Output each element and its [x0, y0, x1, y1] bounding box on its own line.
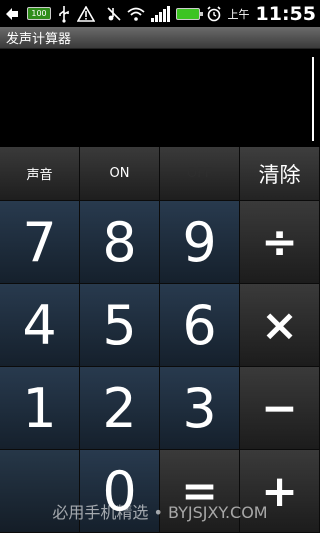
sound-on-label: ON — [109, 166, 130, 181]
warning-icon — [77, 4, 95, 24]
wifi-icon — [126, 4, 145, 24]
app-title: 发声计算器 — [6, 32, 72, 47]
digit-1-button[interactable]: 1 — [0, 367, 80, 450]
sound-off-label: OFF — [186, 166, 213, 181]
digit-9-label: 9 — [182, 210, 217, 274]
status-time: 11:55 — [255, 2, 316, 25]
multiply-button[interactable]: × — [240, 284, 320, 367]
text-cursor — [312, 57, 314, 141]
alarm-icon — [206, 4, 222, 24]
keypad: 声音 ON OFF 清除 7 8 9 ÷ 4 5 6 × 1 2 3 − 0 =… — [0, 147, 320, 533]
digit-2-label: 2 — [102, 376, 137, 440]
calculator-display[interactable] — [0, 49, 320, 147]
digit-0-label: 0 — [102, 459, 137, 523]
battery-100-icon: 100 — [27, 7, 51, 20]
sound-on-button[interactable]: ON — [80, 147, 160, 201]
add-label: + — [261, 465, 298, 517]
sound-button[interactable]: 声音 — [0, 147, 80, 201]
app-title-bar: 发声计算器 — [0, 27, 320, 49]
digit-0-button[interactable]: 0 — [80, 450, 160, 533]
equals-label: = — [181, 465, 218, 517]
digit-6-label: 6 — [182, 293, 217, 357]
subtract-label: − — [261, 382, 298, 434]
clear-button[interactable]: 清除 — [240, 147, 320, 201]
digit-4-label: 4 — [22, 293, 57, 357]
equals-button[interactable]: = — [160, 450, 240, 533]
status-ampm: 上午 — [227, 7, 250, 21]
sound-off-button[interactable]: OFF — [160, 147, 240, 201]
digit-2-button[interactable]: 2 — [80, 367, 160, 450]
digit-3-label: 3 — [182, 376, 217, 440]
digit-9-button[interactable]: 9 — [160, 201, 240, 284]
back-arrow-icon — [4, 4, 20, 24]
sound-button-label: 声音 — [26, 168, 53, 183]
digit-7-label: 7 — [22, 210, 57, 274]
subtract-button[interactable]: − — [240, 367, 320, 450]
multiply-label: × — [261, 299, 298, 351]
decimal-button[interactable] — [0, 450, 80, 533]
digit-7-button[interactable]: 7 — [0, 201, 80, 284]
mute-icon — [106, 4, 121, 24]
digit-8-label: 8 — [102, 210, 137, 274]
digit-5-label: 5 — [102, 293, 137, 357]
signal-icon — [150, 5, 170, 22]
status-bar: 100 上午 11:55 — [0, 0, 320, 27]
digit-5-button[interactable]: 5 — [80, 284, 160, 367]
battery-icon — [175, 7, 203, 20]
add-button[interactable]: + — [240, 450, 320, 533]
clear-button-label: 清除 — [258, 162, 301, 187]
digit-8-button[interactable]: 8 — [80, 201, 160, 284]
digit-6-button[interactable]: 6 — [160, 284, 240, 367]
digit-4-button[interactable]: 4 — [0, 284, 80, 367]
divide-label: ÷ — [261, 216, 298, 268]
digit-1-label: 1 — [22, 376, 57, 440]
divide-button[interactable]: ÷ — [240, 201, 320, 284]
digit-3-button[interactable]: 3 — [160, 367, 240, 450]
usb-icon — [58, 4, 70, 24]
